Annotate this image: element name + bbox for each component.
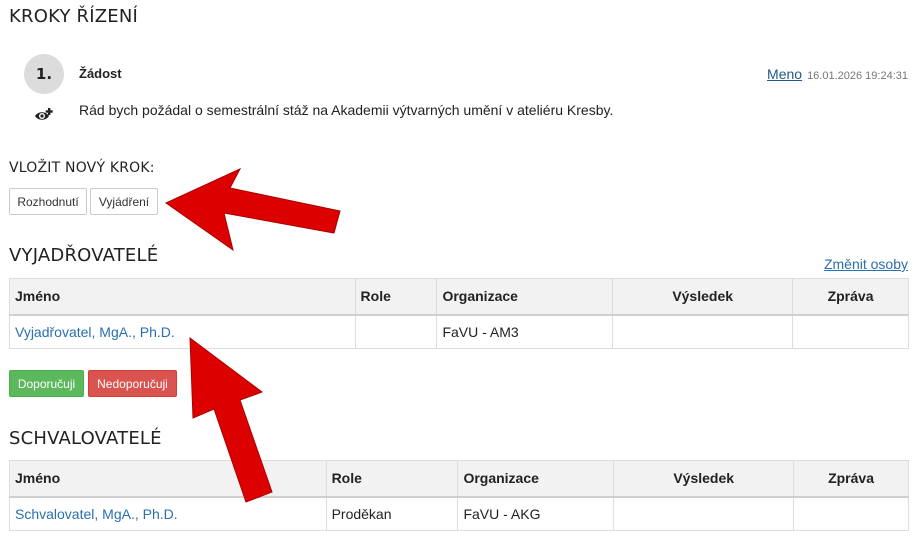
change-persons-link[interactable]: Změnit osoby (824, 256, 908, 272)
column-header-name: Jméno (9, 278, 356, 316)
steps-section-title: KROKY ŘÍZENÍ (9, 6, 139, 27)
recommend-button[interactable]: Doporučuji (9, 370, 84, 397)
table-row: Schvalovatel, MgA., Ph.D. Proděkan FaVU … (9, 496, 909, 531)
commenters-table: Jméno Role Organizace Výsledek Zpráva Vy… (9, 278, 909, 349)
commenter-name-link[interactable]: Vyjadřovatel, MgA., Ph.D. (15, 324, 175, 340)
not-recommend-button[interactable]: Nedoporučuji (88, 370, 177, 397)
step-timestamp: 16.01.2026 19:24:31 (807, 70, 908, 82)
approver-role: Proděkan (325, 496, 459, 531)
opinion-button[interactable]: Vyjádření (90, 188, 158, 215)
column-header-name: Jméno (9, 460, 327, 498)
table-header-row: Jméno Role Organizace Výsledek Zpráva (9, 460, 909, 498)
new-step-title: VLOŽIT NOVÝ KROK: (9, 160, 155, 176)
column-header-message: Zpráva (792, 278, 909, 316)
commenter-organization: FaVU - AM3 (436, 314, 614, 349)
step-name: Žádost (79, 66, 122, 81)
arrow-annotation (164, 167, 341, 252)
decision-button[interactable]: Rozhodnutí (9, 188, 87, 215)
column-header-result: Výsledek (612, 278, 794, 316)
approvers-section-title: SCHVALOVATELÉ (9, 428, 162, 449)
approver-organization: FaVU - AKG (457, 496, 615, 531)
approver-name-link[interactable]: Schvalovatel, MgA., Ph.D. (15, 506, 178, 522)
commenter-message (792, 314, 909, 349)
column-header-role: Role (325, 460, 459, 498)
step-number-badge: 1. (24, 54, 64, 94)
commenters-section-title: VYJADŘOVATELÉ (9, 245, 159, 266)
step-author-link[interactable]: Meno (767, 66, 802, 82)
table-row: Vyjadřovatel, MgA., Ph.D. FaVU - AM3 (9, 314, 909, 349)
column-header-organization: Organizace (457, 460, 615, 498)
step-text: Rád bych požádal o semestrální stáž na A… (79, 102, 614, 118)
approver-result (613, 496, 795, 531)
column-header-role: Role (354, 278, 438, 316)
column-header-result: Výsledek (613, 460, 795, 498)
column-header-message: Zpráva (793, 460, 909, 498)
commenter-result (612, 314, 794, 349)
eye-plus-icon[interactable] (34, 106, 54, 124)
commenter-role (354, 314, 438, 349)
step-meta: Meno 16.01.2026 19:24:31 (767, 66, 908, 82)
table-header-row: Jméno Role Organizace Výsledek Zpráva (9, 278, 909, 316)
column-header-organization: Organizace (436, 278, 614, 316)
approver-message (793, 496, 909, 531)
approvers-table: Jméno Role Organizace Výsledek Zpráva Sc… (9, 460, 909, 531)
